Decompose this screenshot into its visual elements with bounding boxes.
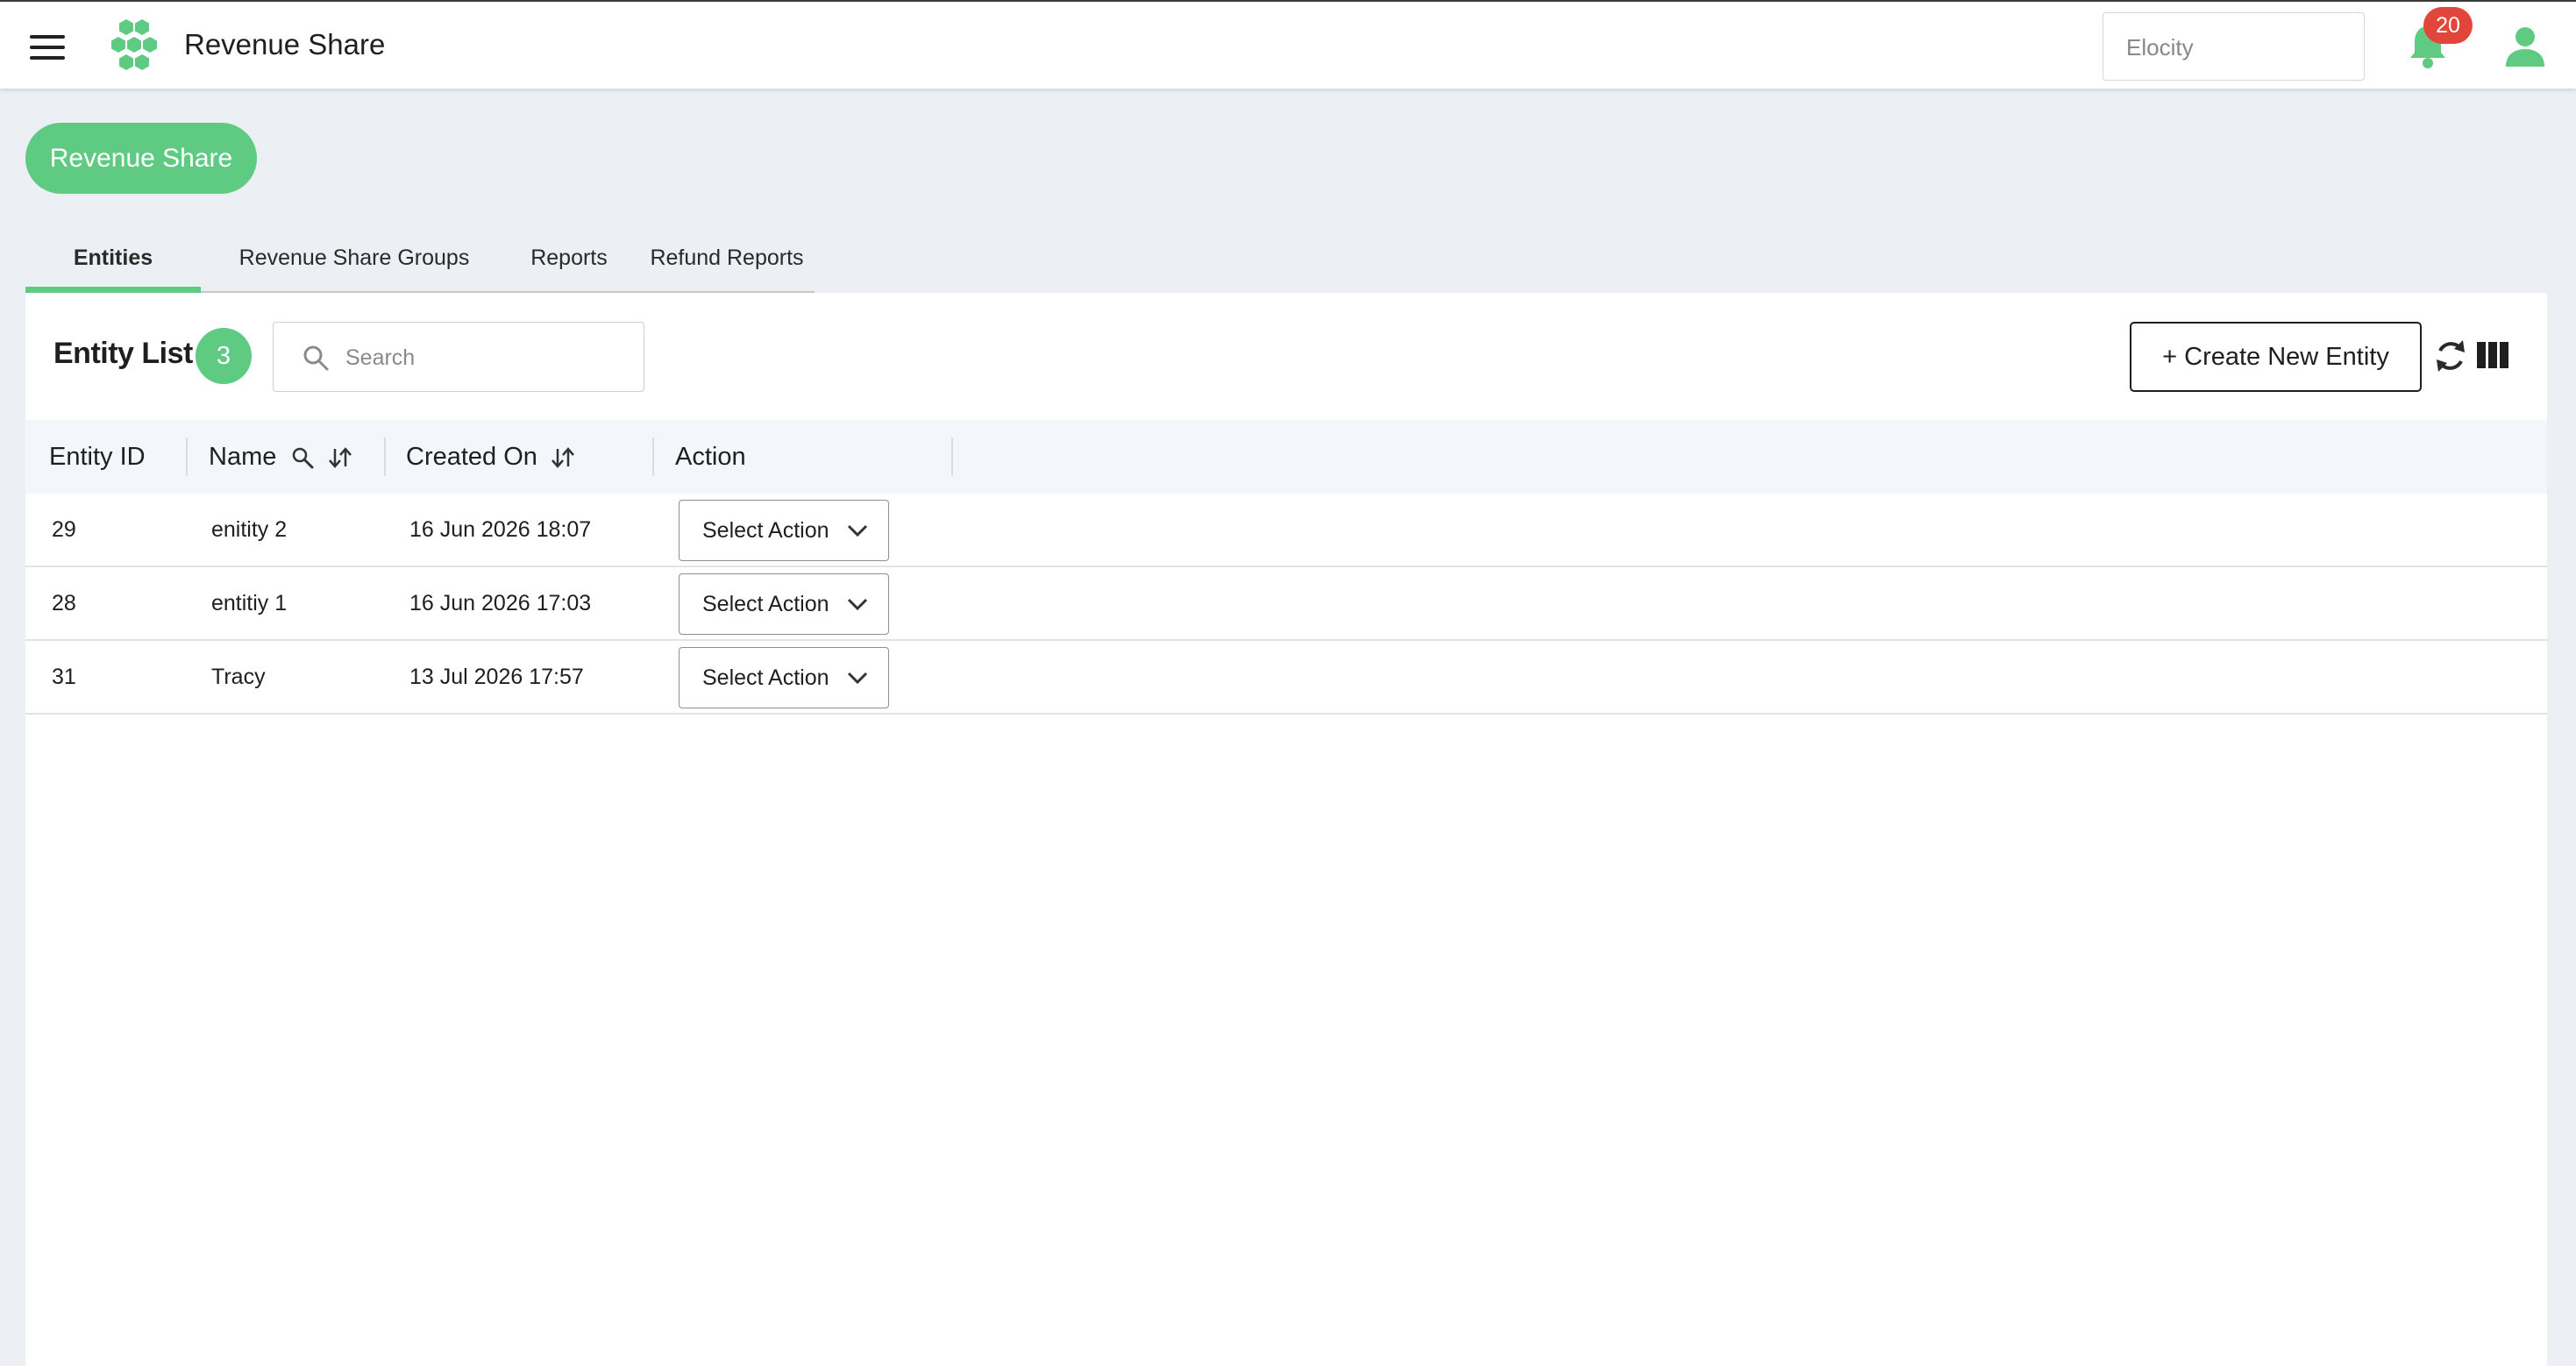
sort-arrows-icon[interactable]: [327, 446, 353, 469]
column-header-entity-id: Entity ID: [49, 420, 146, 494]
chevron-down-icon: [847, 598, 868, 611]
tab-bar: Entities Revenue Share Groups Reports Re…: [25, 230, 815, 293]
cell-entity-id: 29: [52, 517, 76, 542]
search-icon: [303, 345, 329, 371]
tab-revenue-share-groups[interactable]: Revenue Share Groups: [210, 230, 499, 293]
revenue-share-module-button[interactable]: Revenue Share: [25, 123, 257, 194]
column-header-action: Action: [675, 420, 746, 494]
refresh-icon[interactable]: [2433, 337, 2468, 375]
magnifier-icon[interactable]: [290, 445, 315, 470]
organization-selector[interactable]: Elocity: [2103, 12, 2365, 81]
column-label-created-on: Created On: [406, 443, 537, 471]
create-new-entity-button[interactable]: + Create New Entity: [2130, 322, 2422, 392]
cell-entity-id: 31: [52, 665, 76, 689]
search-field[interactable]: [273, 322, 644, 392]
tab-reports[interactable]: Reports: [499, 230, 639, 293]
table-row: 28 entitiy 1 16 Jun 2026 17:03 Select Ac…: [25, 567, 2547, 641]
select-action-label: Select Action: [702, 592, 829, 616]
cell-created-on: 16 Jun 2026 18:07: [409, 517, 592, 542]
select-action-label: Select Action: [702, 665, 829, 690]
entity-count-badge: 3: [196, 328, 252, 384]
column-label-action: Action: [675, 443, 746, 471]
cell-created-on: 16 Jun 2026 17:03: [409, 591, 592, 615]
notification-count-badge: 20: [2423, 7, 2473, 44]
cell-name: enitity 2: [211, 517, 288, 542]
app-title: Revenue Share: [184, 28, 386, 60]
table-row: 31 Tracy 13 Jul 2026 17:57 Select Action: [25, 641, 2547, 715]
cell-name: Tracy: [211, 665, 266, 689]
entity-list-title: Entity List: [53, 337, 193, 370]
tab-refund-reports[interactable]: Refund Reports: [639, 230, 815, 293]
user-icon[interactable]: [2504, 25, 2546, 68]
chevron-down-icon: [847, 524, 868, 537]
column-divider[interactable]: [652, 438, 654, 476]
cell-entity-id: 28: [52, 591, 76, 615]
entity-list-panel: Entity List 3 + Create New Entity Entity…: [25, 293, 2547, 1366]
select-action-dropdown[interactable]: Select Action: [679, 500, 889, 561]
search-input[interactable]: [345, 338, 626, 377]
columns-icon[interactable]: [2477, 342, 2508, 368]
select-action-dropdown[interactable]: Select Action: [679, 647, 889, 708]
column-divider[interactable]: [384, 438, 386, 476]
sort-arrows-icon[interactable]: [550, 446, 576, 469]
select-action-dropdown[interactable]: Select Action: [679, 573, 889, 635]
column-header-name[interactable]: Name: [209, 420, 353, 494]
select-action-label: Select Action: [702, 518, 829, 543]
column-divider[interactable]: [951, 438, 953, 476]
hamburger-menu-icon[interactable]: [30, 35, 65, 60]
hexagon-cluster-logo: [111, 19, 157, 70]
column-label-entity-id: Entity ID: [49, 443, 146, 471]
column-header-created-on[interactable]: Created On: [406, 420, 576, 494]
table-header: Entity ID Name Created On Action: [25, 420, 2547, 494]
cell-created-on: 13 Jul 2026 17:57: [409, 665, 584, 689]
column-label-name: Name: [209, 443, 277, 471]
top-bar: Revenue Share Elocity 20: [0, 0, 2576, 89]
table-row: 29 enitity 2 16 Jun 2026 18:07 Select Ac…: [25, 494, 2547, 567]
chevron-down-icon: [847, 672, 868, 685]
tab-entities[interactable]: Entities: [25, 230, 201, 293]
cell-name: entitiy 1: [211, 591, 288, 615]
column-divider[interactable]: [186, 438, 188, 476]
